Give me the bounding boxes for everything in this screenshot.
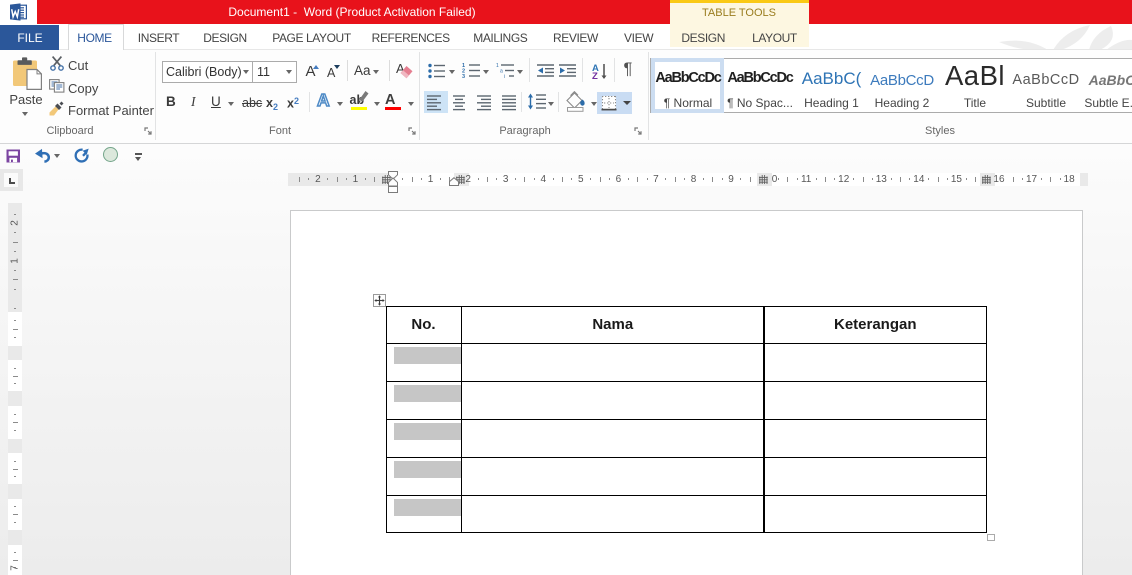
svg-text:i: i — [504, 74, 505, 79]
svg-text:3: 3 — [462, 74, 465, 79]
svg-text:1: 1 — [496, 63, 499, 69]
svg-text:a: a — [500, 69, 503, 75]
svg-text:Z: Z — [592, 71, 598, 80]
